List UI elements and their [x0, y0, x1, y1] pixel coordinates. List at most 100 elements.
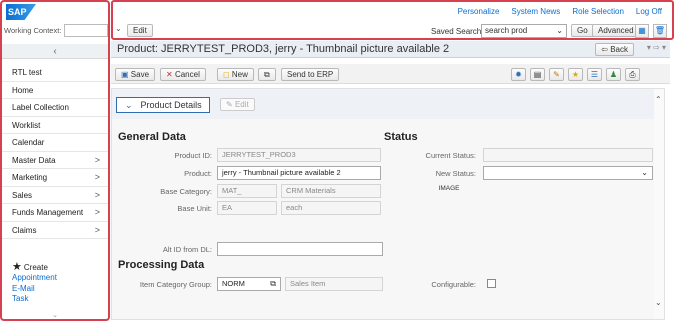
favorite-icon[interactable]: ★ — [568, 68, 583, 81]
people-icon[interactable]: ♟ — [606, 68, 621, 81]
chevron-down-icon: ⌄ — [125, 100, 133, 110]
details-edit-button[interactable]: ✎ Edit — [220, 98, 255, 111]
trash-icon[interactable]: 🗑 — [653, 24, 667, 38]
new-status-select[interactable]: ⌄ — [483, 166, 653, 180]
create-appointment-link[interactable]: Appointment — [12, 273, 57, 284]
base-category-code-field: MAT_ — [217, 184, 277, 198]
item-category-group-label: Item Category Group: — [139, 280, 212, 289]
create-task-link[interactable]: Task — [12, 294, 57, 305]
general-data-title: General Data — [118, 131, 186, 143]
go-button[interactable]: Go — [571, 24, 594, 37]
print-icon[interactable]: ⎙ — [625, 68, 640, 81]
nav-item-worklist[interactable]: Worklist — [2, 117, 108, 134]
log-off-link[interactable]: Log Off — [636, 7, 662, 16]
nav-item-label-collection[interactable]: Label Collection — [2, 99, 108, 117]
chevron-down-icon[interactable]: ⌄ — [556, 25, 563, 37]
send-to-erp-button[interactable]: Send to ERP — [281, 68, 340, 81]
nav-item-calendar[interactable]: Calendar — [2, 134, 108, 152]
history-arrows[interactable]: ▾ ⇨ ▾ — [647, 43, 666, 52]
product-details-button[interactable]: ⌄ Product Details — [116, 97, 210, 113]
system-news-link[interactable]: System News — [511, 7, 560, 16]
list-icon[interactable]: ☰ — [587, 68, 602, 81]
collapse-nav-button[interactable]: ‹ — [2, 44, 108, 59]
back-arrow-icon: ⇦ — [601, 45, 608, 54]
chevron-right-icon: > — [94, 154, 100, 165]
value-help-icon[interactable]: ⧉ — [270, 278, 276, 290]
base-unit-desc-field: each — [281, 201, 381, 215]
document-icon[interactable]: ▤ — [530, 68, 545, 81]
advanced-button[interactable]: Advanced — [592, 24, 640, 37]
scrollbar[interactable]: ⌃ ⌄ — [654, 89, 664, 319]
working-context-label: Working Context: — [4, 26, 62, 35]
tag-icon[interactable]: ✎ — [549, 68, 564, 81]
base-unit-code-field: EA — [217, 201, 277, 215]
copy-icon: ⧉ — [264, 70, 270, 79]
create-links: Appointment E-Mail Task — [12, 273, 57, 305]
personalize-link[interactable]: Personalize — [458, 7, 500, 16]
nav-item-sales[interactable]: Sales > — [2, 187, 108, 204]
product-id-field: JERRYTEST_PROD3 — [217, 148, 381, 162]
scroll-up-icon[interactable]: ⌃ — [655, 95, 662, 104]
image-label: IMAGE — [438, 185, 460, 192]
chevron-down-icon[interactable]: ⌄ — [2, 312, 108, 319]
chevron-down-icon[interactable]: ⌄ — [115, 24, 122, 33]
processing-data-title: Processing Data — [118, 259, 205, 271]
nav-item-funds-management[interactable]: Funds Management > — [2, 204, 108, 222]
cancel-button[interactable]: ✕ Cancel — [160, 68, 206, 81]
assignment-bar: ⌄ Product Details ✎ Edit — [112, 89, 664, 119]
alt-id-label: Alt ID from DL: — [162, 245, 212, 254]
role-selection-link[interactable]: Role Selection — [572, 7, 624, 16]
nav-item-home[interactable]: Home — [2, 82, 108, 99]
nav-item-marketing[interactable]: Marketing > — [2, 169, 108, 187]
create-section: ★ Create — [12, 261, 48, 273]
nav-item-claims[interactable]: Claims > — [2, 222, 108, 239]
chevron-left-icon: ‹ — [53, 46, 57, 57]
base-unit-label: Base Unit: — [177, 204, 212, 213]
scroll-down-icon[interactable]: ⌄ — [655, 298, 662, 307]
save-icon: ▣ — [121, 70, 129, 79]
copy-button[interactable]: ⧉ — [258, 68, 276, 81]
create-star-icon: ★ — [12, 261, 22, 273]
item-category-desc-field: Sales Item — [285, 277, 383, 291]
action-toolbar: ▣ Save ✕ Cancel ◻ New ⧉ Send to ERP ✹ ▤ … — [111, 64, 670, 84]
edit-icon: ✎ — [226, 100, 233, 109]
new-doc-icon: ◻ — [223, 70, 230, 79]
product-details-panel: ⌄ Product Details ✎ Edit General Data Sta… — [111, 88, 665, 320]
cancel-icon: ✕ — [166, 70, 173, 79]
page-title-bar: Product: JERRYTEST_PROD3, jerry - Thumbn… — [111, 41, 670, 58]
header-bar: Personalize System News Role Selection L… — [111, 0, 674, 40]
save-button[interactable]: ▣ Save — [115, 68, 156, 81]
status-title: Status — [384, 131, 418, 143]
nav-item-master-data[interactable]: Master Data > — [2, 152, 108, 169]
chevron-down-icon: ⌄ — [641, 168, 648, 177]
chevron-right-icon: > — [94, 172, 100, 182]
header-links: Personalize System News Role Selection L… — [458, 7, 662, 16]
settings-icon[interactable]: ✹ — [511, 68, 526, 81]
grid-icon[interactable]: ▦ — [635, 24, 649, 38]
back-button[interactable]: ⇦ Back — [595, 43, 634, 56]
item-category-group-input[interactable]: NORM ⧉ — [217, 277, 281, 291]
create-email-link[interactable]: E-Mail — [12, 284, 57, 295]
header-edit-button[interactable]: Edit — [127, 24, 153, 37]
new-status-label: New Status: — [435, 169, 476, 178]
current-status-field — [483, 148, 653, 162]
navigation-panel: SAP Working Context: ‹ RTL test Home Lab… — [0, 0, 110, 321]
page-title: Product: JERRYTEST_PROD3, jerry - Thumbn… — [117, 43, 450, 55]
configurable-checkbox[interactable] — [487, 279, 496, 288]
working-context-input[interactable] — [64, 24, 108, 37]
configurable-label: Configurable: — [431, 280, 476, 289]
product-id-label: Product ID: — [174, 151, 212, 160]
chevron-right-icon: > — [94, 189, 100, 200]
new-button[interactable]: ◻ New — [217, 68, 254, 81]
base-category-desc-field: CRM Materials — [281, 184, 381, 198]
alt-id-input[interactable] — [217, 242, 383, 256]
current-status-label: Current Status: — [425, 151, 476, 160]
product-description-input[interactable]: jerry - Thumbnail picture available 2 — [217, 166, 381, 180]
nav-list: RTL test Home Label Collection Worklist … — [2, 64, 108, 239]
nav-item-rtl-test[interactable]: RTL test — [2, 64, 108, 82]
product-label: Product: — [184, 169, 212, 178]
chevron-right-icon: > — [94, 207, 100, 217]
chevron-right-icon: > — [94, 224, 100, 235]
search-input[interactable]: search prod ⌄ — [481, 24, 567, 38]
base-category-label: Base Category: — [160, 187, 212, 196]
